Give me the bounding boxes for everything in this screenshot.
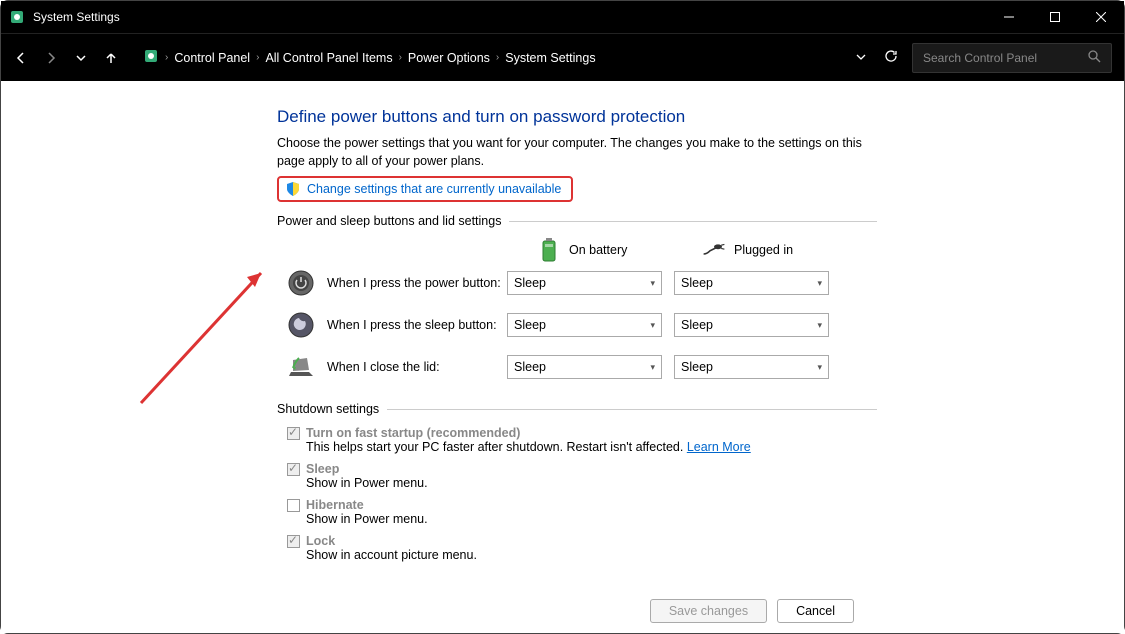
row-power-button: When I press the power button: Sleep▾ Sl… bbox=[277, 262, 877, 304]
breadcrumb-item[interactable]: All Control Panel Items bbox=[265, 51, 392, 65]
breadcrumb-item[interactable]: Control Panel bbox=[174, 51, 250, 65]
sleep-button-icon bbox=[287, 311, 315, 339]
option-sleep: Sleep Show in Power menu. bbox=[287, 462, 877, 490]
app-icon bbox=[9, 9, 25, 25]
hibernate-checkbox bbox=[287, 499, 300, 512]
row-close-lid: When I close the lid: Sleep▾ Sleep▾ bbox=[277, 346, 877, 388]
row-label: When I close the lid: bbox=[327, 360, 507, 374]
minimize-button[interactable] bbox=[986, 1, 1032, 33]
chevron-right-icon: › bbox=[399, 52, 402, 63]
navbar: › Control Panel › All Control Panel Item… bbox=[1, 33, 1124, 81]
chevron-down-icon: ▾ bbox=[650, 320, 655, 331]
admin-link-container: Change settings that are currently unava… bbox=[277, 176, 573, 202]
chevron-down-icon: ▾ bbox=[817, 362, 822, 373]
up-button[interactable] bbox=[103, 50, 119, 66]
sleep-button-battery-select[interactable]: Sleep▾ bbox=[507, 313, 662, 337]
maximize-button[interactable] bbox=[1032, 1, 1078, 33]
chevron-down-icon: ▾ bbox=[817, 278, 822, 289]
power-button-plugged-select[interactable]: Sleep▾ bbox=[674, 271, 829, 295]
page-description: Choose the power settings that you want … bbox=[277, 135, 877, 170]
breadcrumb-item[interactable]: System Settings bbox=[505, 51, 595, 65]
shield-icon bbox=[285, 181, 301, 197]
chevron-down-icon: ▾ bbox=[650, 278, 655, 289]
forward-button[interactable] bbox=[43, 50, 59, 66]
close-lid-battery-select[interactable]: Sleep▾ bbox=[507, 355, 662, 379]
row-label: When I press the sleep button: bbox=[327, 318, 507, 332]
sleep-button-plugged-select[interactable]: Sleep▾ bbox=[674, 313, 829, 337]
column-plugged-in: Plugged in bbox=[702, 238, 867, 262]
group-power-buttons: Power and sleep buttons and lid settings bbox=[277, 214, 877, 228]
recent-dropdown-button[interactable] bbox=[73, 50, 89, 66]
power-button-icon bbox=[287, 269, 315, 297]
battery-icon bbox=[537, 238, 561, 262]
row-label: When I press the power button: bbox=[327, 276, 507, 290]
titlebar: System Settings bbox=[1, 1, 1124, 33]
option-lock: Lock Show in account picture menu. bbox=[287, 534, 877, 562]
cancel-button[interactable]: Cancel bbox=[777, 599, 854, 623]
chevron-down-icon: ▾ bbox=[650, 362, 655, 373]
option-fast-startup: Turn on fast startup (recommended) This … bbox=[287, 426, 877, 454]
plug-icon bbox=[702, 238, 726, 262]
power-button-battery-select[interactable]: Sleep▾ bbox=[507, 271, 662, 295]
row-sleep-button: When I press the sleep button: Sleep▾ Sl… bbox=[277, 304, 877, 346]
lock-checkbox bbox=[287, 535, 300, 548]
page-heading: Define power buttons and turn on passwor… bbox=[277, 107, 877, 127]
learn-more-link[interactable]: Learn More bbox=[687, 440, 751, 454]
breadcrumb-item[interactable]: Power Options bbox=[408, 51, 490, 65]
chevron-right-icon: › bbox=[496, 52, 499, 63]
chevron-right-icon: › bbox=[165, 52, 168, 63]
window-title: System Settings bbox=[33, 10, 120, 24]
annotation-arrow bbox=[131, 253, 291, 413]
sleep-checkbox bbox=[287, 463, 300, 476]
close-lid-plugged-select[interactable]: Sleep▾ bbox=[674, 355, 829, 379]
content-area: Define power buttons and turn on passwor… bbox=[1, 83, 1124, 633]
column-on-battery: On battery bbox=[537, 238, 702, 262]
search-input[interactable]: Search Control Panel bbox=[912, 43, 1112, 73]
back-button[interactable] bbox=[13, 50, 29, 66]
chevron-down-icon: ▾ bbox=[817, 320, 822, 331]
search-placeholder: Search Control Panel bbox=[923, 51, 1037, 65]
address-dropdown-icon[interactable] bbox=[856, 51, 866, 65]
search-icon bbox=[1088, 50, 1101, 66]
fast-startup-checkbox bbox=[287, 427, 300, 440]
laptop-lid-icon bbox=[287, 353, 315, 381]
refresh-button[interactable] bbox=[884, 49, 898, 66]
save-changes-button: Save changes bbox=[650, 599, 767, 623]
address-icon bbox=[143, 48, 159, 67]
chevron-right-icon: › bbox=[256, 52, 259, 63]
address-bar[interactable]: › Control Panel › All Control Panel Item… bbox=[143, 48, 908, 67]
group-shutdown-settings: Shutdown settings bbox=[277, 402, 877, 416]
close-button[interactable] bbox=[1078, 1, 1124, 33]
change-settings-link[interactable]: Change settings that are currently unava… bbox=[307, 182, 561, 196]
option-hibernate: Hibernate Show in Power menu. bbox=[287, 498, 877, 526]
